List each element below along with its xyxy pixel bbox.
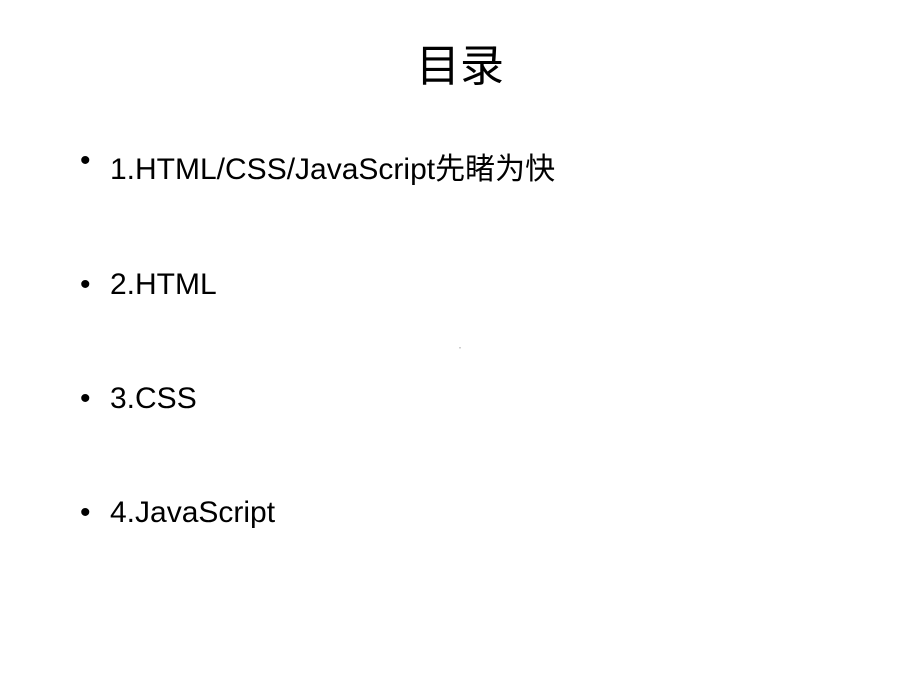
center-mark: . [459, 338, 462, 353]
toc-item: 1.HTML/CSS/JavaScript先睹为快 [80, 144, 860, 188]
toc-item: 4.JavaScript [80, 496, 860, 530]
toc-item: 3.CSS [80, 382, 860, 416]
slide-title: 目录 [60, 30, 860, 94]
toc-item: 2.HTML [80, 268, 860, 302]
slide-container: 目录 1.HTML/CSS/JavaScript先睹为快 2.HTML 3.CS… [0, 0, 920, 690]
